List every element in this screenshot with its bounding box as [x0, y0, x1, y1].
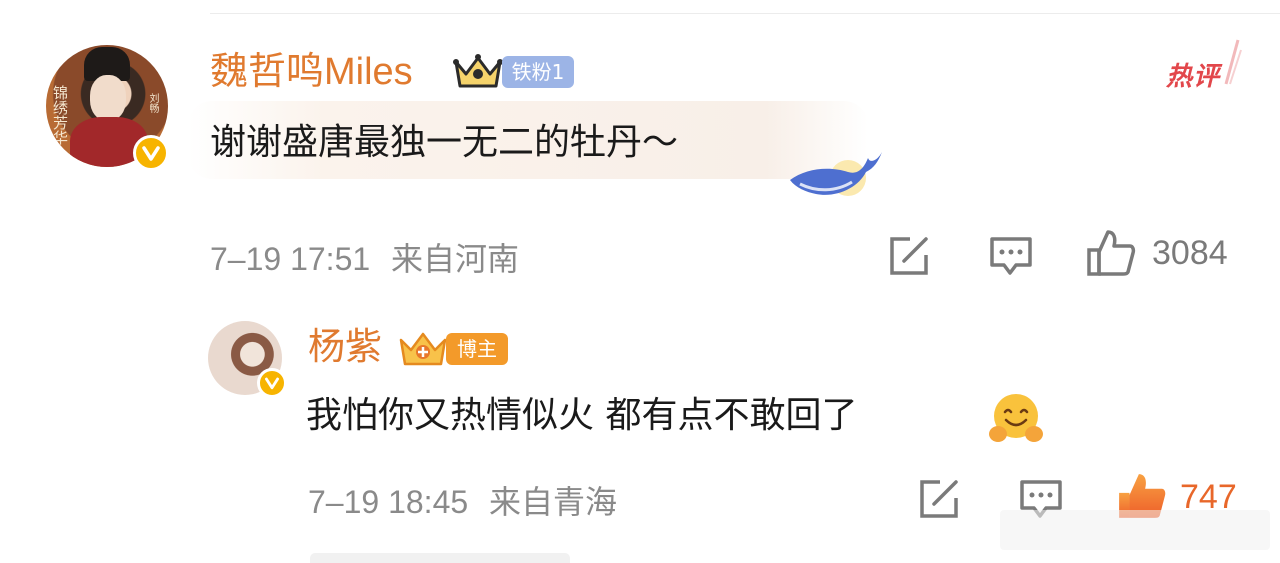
verified-badge-icon — [257, 368, 287, 398]
share-edit-icon[interactable] — [886, 233, 932, 279]
comment-text: 谢谢盛唐最独一无二的牡丹～ — [210, 122, 679, 163]
crown-icon — [452, 52, 504, 92]
like-count: 3084 — [1152, 234, 1228, 272]
hug-emoji-icon — [988, 392, 1044, 446]
comment-meta: 7–19 17:51 来自河南 — [210, 234, 519, 280]
comment-time: 7–19 17:51 — [210, 241, 371, 277]
watermark-overlay — [1000, 510, 1270, 550]
fan-badge[interactable]: 铁粉1 — [502, 56, 574, 88]
host-badge[interactable]: 博主 — [446, 333, 508, 365]
username[interactable]: 魏哲鸣Miles — [210, 48, 413, 96]
hot-tag-decoration-icon — [1222, 38, 1242, 86]
reply-time: 7–19 18:45 — [308, 484, 469, 520]
reply-text: 我怕你又热情似火 都有点不敢回了 — [306, 395, 858, 436]
whale-icon — [786, 138, 884, 202]
crown-icon — [398, 328, 448, 370]
top-divider — [210, 13, 1280, 14]
hot-comment-tag: 热评 — [1166, 62, 1221, 92]
thumbs-up-icon[interactable] — [1086, 228, 1136, 278]
comment-location: 来自河南 — [391, 241, 520, 277]
avatar-name-text: 刘畅 — [147, 93, 158, 113]
reply-username[interactable]: 杨紫 — [308, 323, 382, 371]
reply-location: 来自青海 — [489, 484, 618, 520]
comment-icon[interactable] — [988, 233, 1034, 279]
next-comment-hint — [310, 553, 570, 563]
avatar-calligraphy: 锦绣芳华 — [51, 85, 69, 145]
verified-badge-icon — [133, 135, 169, 171]
share-edit-icon[interactable] — [916, 476, 962, 522]
reply-meta: 7–19 18:45 来自青海 — [308, 477, 617, 523]
